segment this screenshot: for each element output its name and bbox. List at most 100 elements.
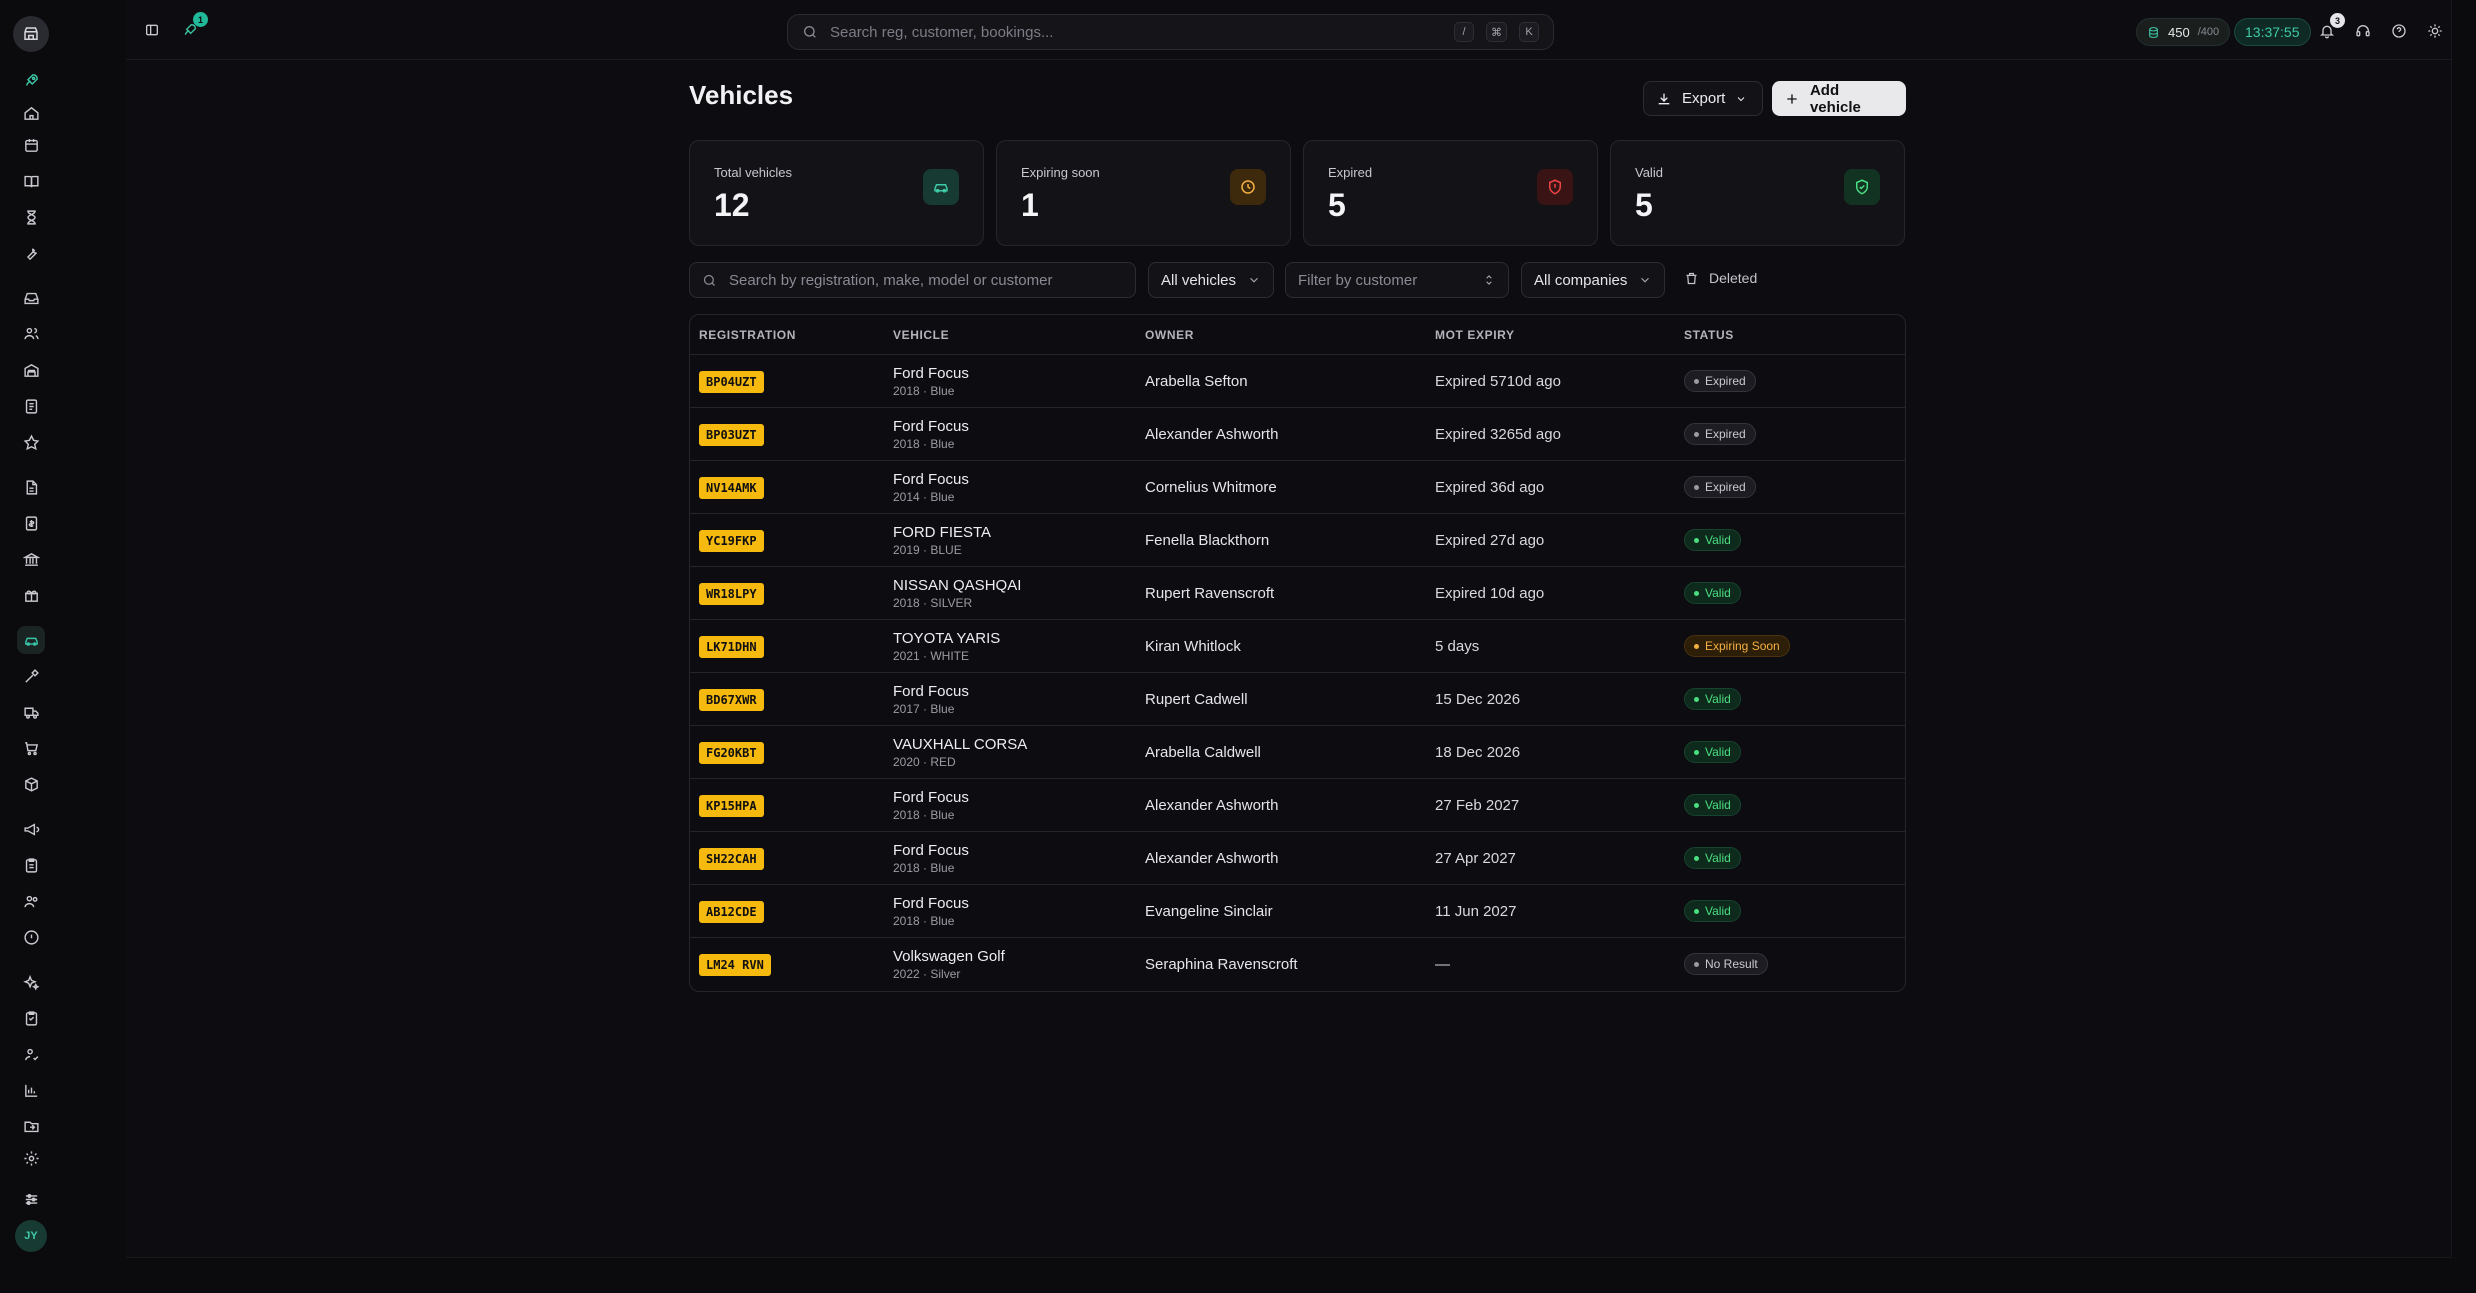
status-dot [1694, 378, 1699, 384]
vehicle-name: Volkswagen Golf [893, 948, 1005, 965]
status-dot [1694, 855, 1699, 861]
status-badge: Valid [1684, 582, 1741, 604]
add-vehicle-button[interactable]: Add vehicle [1772, 81, 1906, 116]
deleted-toggle[interactable]: Deleted [1684, 270, 1757, 286]
cart-icon[interactable] [17, 734, 45, 762]
package-icon[interactable] [17, 770, 45, 798]
status-dot [1694, 590, 1699, 596]
registration-plate: FG20KBT [699, 742, 764, 764]
vehicle-details: 2018 · Blue [893, 437, 955, 451]
status-text: Expiring Soon [1705, 639, 1780, 653]
header-owner[interactable]: OWNER [1145, 328, 1194, 342]
header-status[interactable]: STATUS [1684, 328, 1734, 342]
app-logo[interactable] [13, 16, 49, 52]
vehicle-details: 2017 · Blue [893, 702, 955, 716]
status-dot [1694, 961, 1699, 967]
table-row[interactable]: SH22CAH Ford Focus 2018 · Blue Alexander As… [690, 832, 1905, 885]
table-row[interactable]: LM24 RVN Volkswagen Golf 2022 · Silver Sera… [690, 938, 1905, 991]
owner-name: Alexander Ashworth [1145, 797, 1279, 814]
status-text: Valid [1705, 533, 1731, 547]
owner-name: Kiran Whitlock [1145, 638, 1241, 655]
header-registration[interactable]: REGISTRATION [699, 328, 796, 342]
status-dot [1694, 484, 1699, 490]
credits-pill[interactable]: 450 /400 [2136, 18, 2231, 46]
vehicle-cell: Ford Focus 2018 · Blue [893, 842, 969, 875]
status-dot [1694, 696, 1699, 702]
mot-expiry: — [1435, 956, 1450, 973]
status-text: Expired [1705, 427, 1746, 441]
table-row[interactable]: AB12CDE Ford Focus 2018 · Blue Evangeline S… [690, 885, 1905, 938]
star-icon[interactable] [17, 428, 45, 456]
checklist-icon[interactable] [17, 1004, 45, 1032]
calendar-icon[interactable] [17, 131, 45, 159]
info-icon[interactable] [17, 923, 45, 951]
table-row[interactable]: YC19FKP FORD FIESTA 2019 · BLUE Fenella Bla… [690, 514, 1905, 567]
avatar[interactable]: JY [15, 1220, 47, 1252]
settings-icon[interactable] [17, 1144, 45, 1172]
rocket-icon[interactable] [17, 66, 45, 94]
table-row[interactable]: WR18LPY NISSAN QASHQAI 2018 · SILVER Rupert… [690, 567, 1905, 620]
building-icon[interactable] [17, 356, 45, 384]
table-row[interactable]: NV14AMK Ford Focus 2014 · Blue Cornelius Wh… [690, 461, 1905, 514]
vehicle-name: Ford Focus [893, 471, 969, 488]
bell-icon[interactable]: 3 [2315, 13, 2345, 43]
status-badge: Valid [1684, 900, 1741, 922]
book-icon[interactable] [17, 167, 45, 195]
car-icon [923, 169, 959, 205]
bank-icon[interactable] [17, 545, 45, 573]
vehicle-search-input[interactable]: Search by registration, make, model or c… [689, 262, 1136, 298]
vehicles-select[interactable]: All vehicles [1148, 262, 1274, 298]
gift-icon[interactable] [17, 581, 45, 609]
registration-plate: LM24 RVN [699, 954, 771, 976]
sliders-icon[interactable] [17, 1185, 45, 1213]
stat-expired: Expired 5 [1303, 140, 1598, 246]
registration-plate: SH22CAH [699, 848, 764, 870]
megaphone-icon[interactable] [17, 815, 45, 843]
table-row[interactable]: BD67XWR Ford Focus 2017 · Blue Rupert Cadwe… [690, 673, 1905, 726]
home-icon[interactable] [17, 99, 45, 127]
rocket-icon[interactable]: 1 [178, 12, 208, 42]
help-icon[interactable] [2387, 19, 2411, 43]
hammer-icon[interactable] [17, 662, 45, 690]
hourglass-icon[interactable] [17, 203, 45, 231]
table-row[interactable]: KP15HPA Ford Focus 2018 · Blue Alexander As… [690, 779, 1905, 832]
file-text-icon[interactable] [17, 473, 45, 501]
table-row[interactable]: BP03UZT Ford Focus 2018 · Blue Alexander As… [690, 408, 1905, 461]
vehicle-details: 2020 · RED [893, 755, 956, 769]
header-vehicle[interactable]: VEHICLE [893, 328, 949, 342]
table-body: BP04UZT Ford Focus 2018 · Blue Arabella Sef… [690, 355, 1905, 991]
table-row[interactable]: FG20KBT VAUXHALL CORSA 2020 · RED Arabella … [690, 726, 1905, 779]
vehicle-details: 2014 · Blue [893, 490, 955, 504]
team-icon[interactable] [17, 887, 45, 915]
global-search-input[interactable]: Search reg, customer, bookings... / ⌘ K [787, 14, 1554, 50]
inbox-icon[interactable] [17, 284, 45, 312]
customer-filter-select[interactable]: Filter by customer [1285, 262, 1509, 298]
registration-plate: BP03UZT [699, 424, 764, 446]
sidebar-toggle-icon[interactable] [140, 18, 164, 42]
folder-icon[interactable] [17, 1112, 45, 1140]
vehicle-name: NISSAN QASHQAI [893, 577, 1022, 594]
table-row[interactable]: BP04UZT Ford Focus 2018 · Blue Arabella Sef… [690, 355, 1905, 408]
sparkles-icon[interactable] [17, 968, 45, 996]
user-check-icon[interactable] [17, 1040, 45, 1068]
header-mot-expiry[interactable]: MOT EXPIRY [1435, 328, 1515, 342]
car-icon[interactable] [17, 626, 45, 654]
status-dot [1694, 643, 1699, 649]
add-vehicle-label: Add vehicle [1809, 81, 1861, 116]
clipboard-icon[interactable] [17, 851, 45, 879]
mot-expiry: 11 Jun 2027 [1435, 903, 1517, 920]
companies-select[interactable]: All companies [1521, 262, 1665, 298]
status-badge: Valid [1684, 794, 1741, 816]
truck-icon[interactable] [17, 698, 45, 726]
receipt-icon[interactable] [17, 392, 45, 420]
sun-icon[interactable] [2423, 19, 2447, 43]
status-badge: Expired [1684, 476, 1756, 498]
headset-icon[interactable] [2351, 19, 2375, 43]
invoice-icon[interactable] [17, 509, 45, 537]
wrench-icon[interactable] [17, 239, 45, 267]
vehicle-name: Ford Focus [893, 418, 969, 435]
bar-chart-icon[interactable] [17, 1076, 45, 1104]
table-row[interactable]: LK71DHN TOYOTA YARIS 2021 · WHITE Kiran Whi… [690, 620, 1905, 673]
users-icon[interactable] [17, 319, 45, 347]
export-button[interactable]: Export [1643, 81, 1763, 116]
